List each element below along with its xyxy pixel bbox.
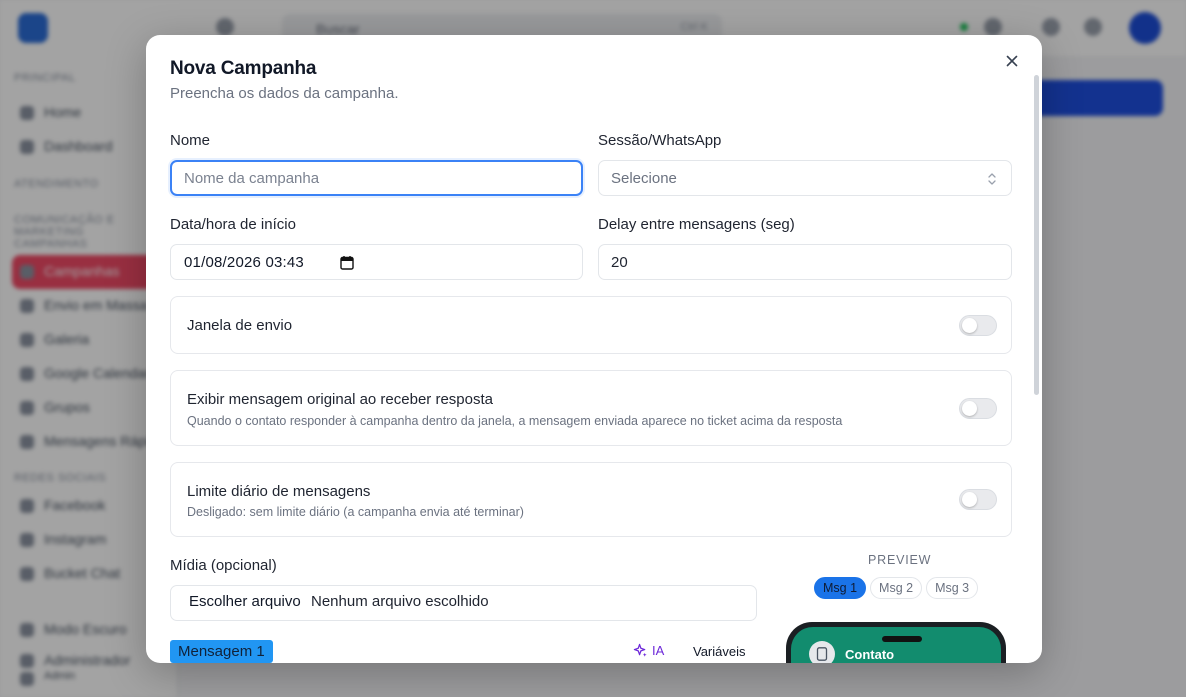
file-status: Nenhum arquivo escolhido [311,593,489,610]
choose-file-button[interactable]: Escolher arquivo [189,593,301,610]
send-window-title: Janela de envio [187,317,293,334]
phone-notch [882,636,922,642]
start-datetime-input[interactable]: 01/08/2026 03:43 [170,244,583,280]
modal-scrollbar[interactable] [1034,75,1039,395]
new-campaign-modal: Nova Campanha Preencha os dados da campa… [146,35,1042,663]
preview-tabs: Msg 1 Msg 2 Msg 3 [814,577,979,599]
chevron-updown-icon [988,173,996,185]
daily-limit-description: Desligado: sem limite diário (a campanha… [187,505,524,519]
toggle-knob [962,401,977,416]
delay-input[interactable] [598,244,1012,280]
ia-button[interactable]: IA [633,643,664,658]
name-label: Nome [170,132,211,149]
preview-tab-msg-2[interactable]: Msg 2 [870,577,923,599]
ia-label: IA [652,643,665,658]
media-file-input[interactable]: Escolher arquivo Nenhum arquivo escolhid… [170,585,757,621]
variables-button[interactable]: Variáveis [693,644,746,659]
contact-name: Contato [845,647,895,662]
message-tab-1[interactable]: Mensagem 1 [170,640,273,663]
send-window-toggle[interactable] [959,315,997,336]
preview-label: PREVIEW [868,553,932,567]
daily-limit-title: Limite diário de mensagens [187,483,371,500]
show-original-title: Exibir mensagem original ao receber resp… [187,391,493,408]
close-icon [1006,55,1018,67]
start-datetime-value: 01/08/2026 03:43 [184,254,304,271]
daily-limit-toggle[interactable] [959,489,997,510]
toggle-knob [962,492,977,507]
preview-tab-msg-1[interactable]: Msg 1 [814,577,867,599]
name-input[interactable] [170,160,583,196]
contact-avatar [809,641,835,663]
modal-subtitle: Preencha os dados da campanha. [170,85,399,102]
close-button[interactable] [1002,51,1022,71]
start-label: Data/hora de início [170,216,296,233]
show-original-card: Exibir mensagem original ao receber resp… [170,370,1012,446]
media-label: Mídia (opcional) [170,557,277,574]
preview-tab-msg-3[interactable]: Msg 3 [926,577,979,599]
daily-limit-card: Limite diário de mensagens Desligado: se… [170,462,1012,537]
phone-icon [816,647,828,661]
show-original-description: Quando o contato responder à campanha de… [187,414,843,428]
send-window-card: Janela de envio [170,296,1012,354]
sparkle-icon [633,643,647,657]
phone-preview: Contato [786,622,1006,663]
session-label: Sessão/WhatsApp [598,132,722,149]
delay-label: Delay entre mensagens (seg) [598,216,795,233]
show-original-toggle[interactable] [959,398,997,419]
session-select[interactable]: Selecione [598,160,1012,196]
whatsapp-header: Contato [791,627,1001,663]
modal-title: Nova Campanha [170,58,317,79]
session-select-value: Selecione [611,170,677,187]
toggle-knob [962,318,977,333]
calendar-icon[interactable] [340,255,354,270]
